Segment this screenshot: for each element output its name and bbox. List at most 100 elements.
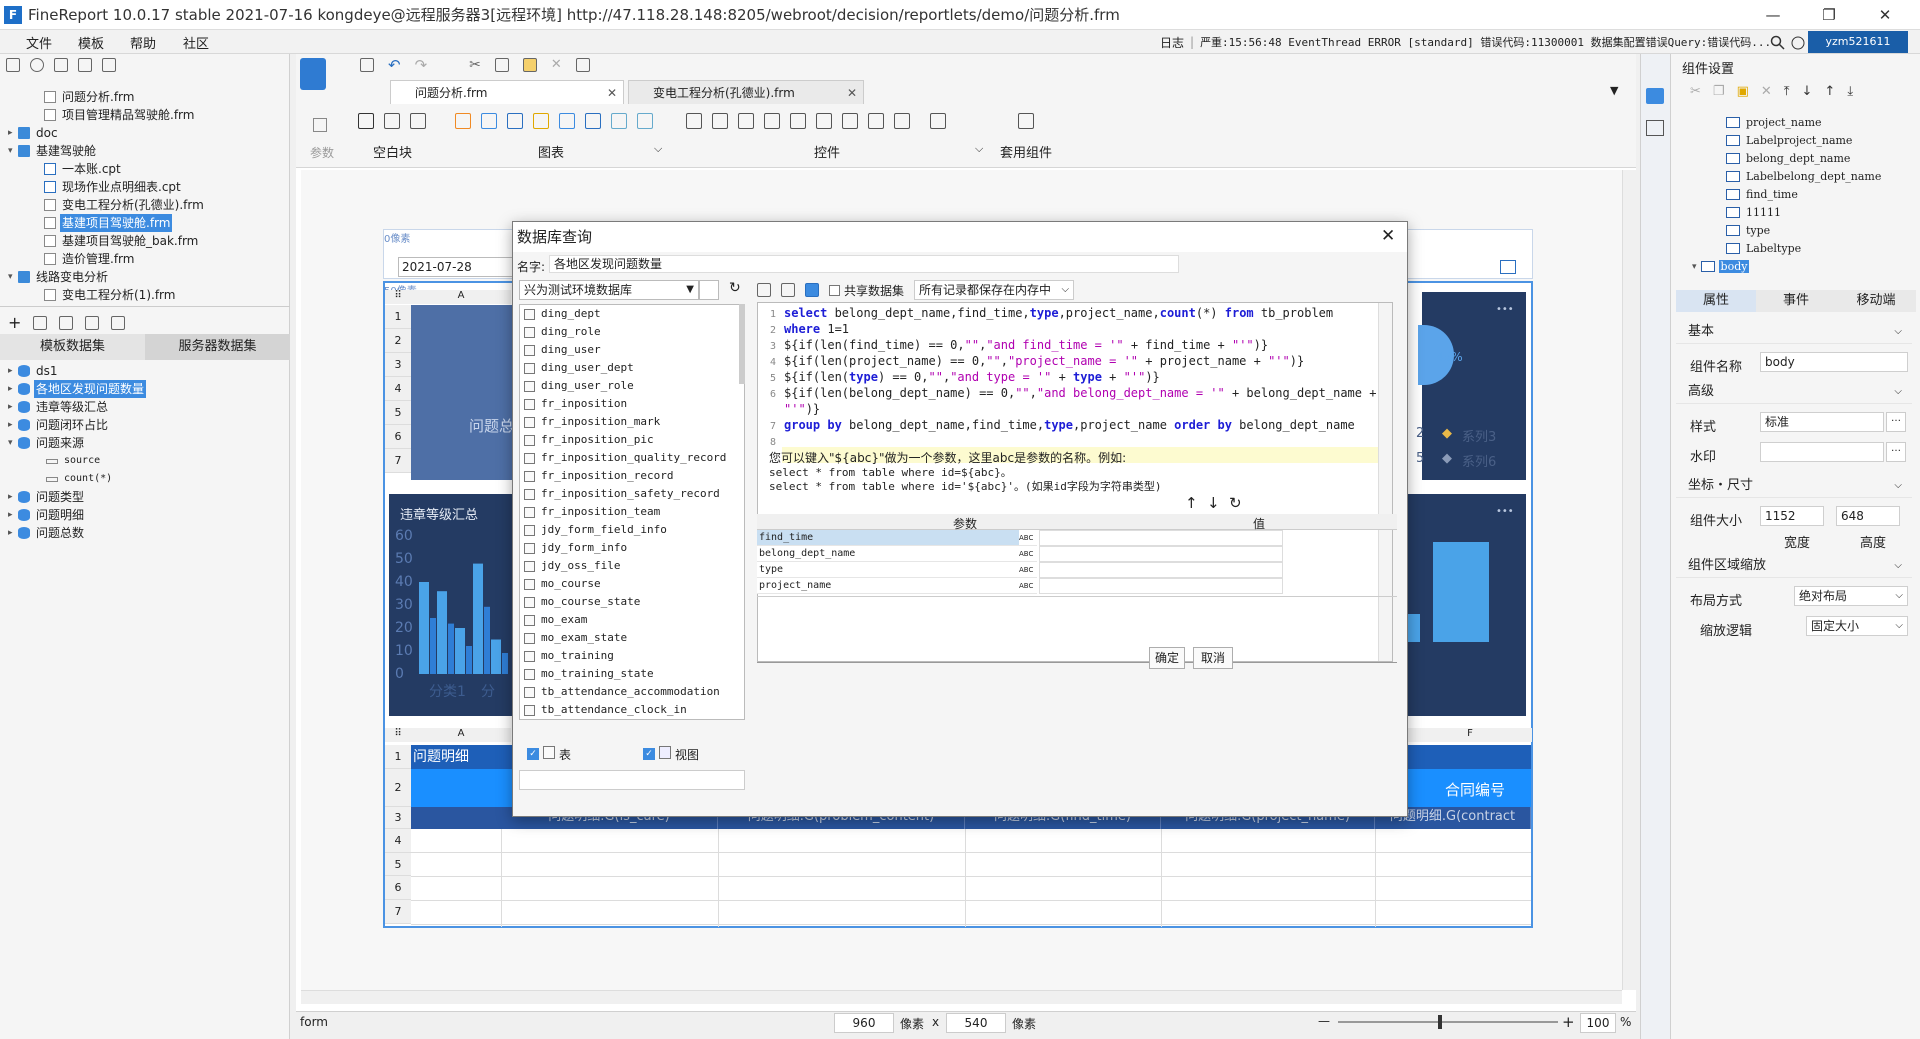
row-header[interactable]: 5: [385, 401, 411, 425]
close-tab-icon[interactable]: ✕: [607, 81, 617, 105]
ribbon-template-widget[interactable]: 套用组件: [1000, 142, 1052, 161]
new-folder-icon[interactable]: [6, 58, 20, 72]
paste-icon[interactable]: [522, 58, 537, 72]
dataset-item[interactable]: ▸ 问题总数: [8, 524, 86, 542]
copy-widget-icon[interactable]: [494, 58, 509, 72]
ribbon-widget-icon[interactable]: [738, 113, 754, 129]
width-input[interactable]: 1152: [1760, 506, 1824, 526]
ribbon-widget-icon[interactable]: [816, 113, 832, 129]
row-header[interactable]: 1: [385, 745, 411, 769]
sql-code-line[interactable]: 2 where 1=1: [758, 321, 849, 337]
param-name-cell[interactable]: find_time: [757, 530, 1019, 546]
canvas-width-input[interactable]: 960: [834, 1013, 894, 1033]
tree-item[interactable]: ▾ 基建驾驶舱: [8, 142, 98, 160]
row-header[interactable]: 1: [385, 305, 411, 329]
row-header[interactable]: 2: [385, 329, 411, 353]
ribbon-widget-icon[interactable]: [868, 113, 884, 129]
ribbon-widget-icon[interactable]: [358, 113, 374, 129]
dataset-item[interactable]: ▸ ds1: [8, 362, 60, 380]
ribbon-widget-icon[interactable]: [455, 113, 471, 129]
table-list-item[interactable]: fr_inposition_pic: [520, 431, 744, 449]
row-header[interactable]: 7: [385, 449, 411, 473]
sql-button-icon[interactable]: [805, 283, 819, 297]
template-icon[interactable]: [300, 58, 326, 90]
param-move-up-icon[interactable]: ↑: [1185, 494, 1198, 512]
component-tree-item[interactable]: project_name: [1726, 116, 1824, 129]
expand-arrow-icon[interactable]: ▸: [8, 362, 18, 380]
table-checkbox[interactable]: ✓: [527, 748, 539, 760]
param-type-icon[interactable]: ABC: [1019, 562, 1037, 578]
close-tab-icon[interactable]: ✕: [847, 81, 857, 105]
zoom-in-button[interactable]: +: [1562, 1013, 1575, 1031]
widget-manager-icon[interactable]: [575, 58, 590, 72]
cancel-button[interactable]: 取消: [1193, 647, 1233, 669]
expand-arrow-icon[interactable]: ▸: [8, 380, 18, 398]
vertical-scrollbar[interactable]: [1622, 170, 1636, 990]
tab-doc-problem-analysis[interactable]: 问题分析.frm ✕: [390, 80, 624, 104]
horizontal-scrollbar[interactable]: [301, 990, 1622, 1004]
dataset-item[interactable]: ▸ 违章等级汇总: [8, 398, 110, 416]
comp-name-input[interactable]: body: [1760, 352, 1908, 372]
ribbon-widget-icon[interactable]: [507, 113, 523, 129]
watermark-input[interactable]: [1760, 442, 1884, 462]
row-header[interactable]: 5: [385, 853, 411, 876]
expand-arrow-icon[interactable]: ▸: [8, 416, 18, 434]
sql-code-line[interactable]: 8: [758, 433, 784, 449]
row-header[interactable]: 4: [385, 829, 411, 853]
save-icon[interactable]: [360, 58, 374, 72]
move-down-icon[interactable]: ↓: [1802, 84, 1813, 99]
row-header[interactable]: 6: [385, 876, 411, 900]
dataset-item[interactable]: count(*): [44, 470, 114, 488]
tree-item[interactable]: 项目管理精品驾驶舱.frm: [44, 106, 196, 124]
expand-arrow-icon[interactable]: ▾: [8, 142, 18, 160]
dataset-item[interactable]: source: [44, 452, 102, 470]
chevron-down-icon[interactable]: ⌵: [975, 142, 983, 156]
ribbon-widget-icon[interactable]: [790, 113, 806, 129]
undo-icon[interactable]: ↶: [388, 58, 401, 73]
row-header[interactable]: 7: [385, 900, 411, 924]
ribbon-widget-icon[interactable]: [930, 113, 946, 129]
ribbon-widget-icon[interactable]: [637, 113, 653, 129]
table-list-item[interactable]: jdy_form_info: [520, 539, 744, 557]
expand-arrow-icon[interactable]: ▾: [1692, 262, 1697, 272]
table-list-item[interactable]: fr_inposition_record: [520, 467, 744, 485]
tree-item[interactable]: 基建项目驾驶舱_bak.frm: [44, 232, 200, 250]
dataset-item[interactable]: ▸ 问题类型: [8, 488, 86, 506]
col-header-a[interactable]: A: [411, 728, 511, 742]
tab-dropdown-icon[interactable]: ▼: [1610, 84, 1618, 97]
height-input[interactable]: 648: [1836, 506, 1900, 526]
layout-select[interactable]: 绝对布局 ⌵: [1794, 586, 1908, 606]
param-type-icon[interactable]: ABC: [1019, 546, 1037, 562]
style-more-button[interactable]: …: [1886, 412, 1906, 432]
notification-icon[interactable]: [1790, 35, 1806, 51]
component-tree-item[interactable]: ▾ body: [1692, 260, 1750, 273]
component-tree-item[interactable]: Labelbelong_dept_name: [1726, 170, 1883, 183]
component-tree-item[interactable]: type: [1726, 224, 1772, 237]
sql-code-line[interactable]: 1 select belong_dept_name,find_time,type,…: [758, 305, 1333, 321]
sql-code-line[interactable]: 7 group by belong_dept_name,find_time,typ…: [758, 417, 1355, 433]
param-value-input[interactable]: [1039, 578, 1283, 594]
violation-bar-chart[interactable]: 60 50 40 30 20 10 0 分类1 分: [389, 520, 515, 716]
watermark-more-button[interactable]: …: [1886, 442, 1906, 462]
table-list-item[interactable]: ding_user_role: [520, 377, 744, 395]
dataset-item[interactable]: ▸ 问题闭环占比: [8, 416, 110, 434]
component-tree-item[interactable]: Labelproject_name: [1726, 134, 1854, 147]
table-search-input[interactable]: [519, 770, 745, 790]
zoom-input[interactable]: 100: [1580, 1013, 1616, 1033]
component-tree-item[interactable]: find_time: [1726, 188, 1800, 201]
preview-icon[interactable]: [85, 316, 100, 330]
section-region-zoom[interactable]: 组件区域缩放 ⌵: [1676, 554, 1912, 578]
sql-code-line[interactable]: 3 ${if(len(find_time) == 0,"","and find_t…: [758, 337, 1268, 353]
share-checkbox[interactable]: [829, 284, 840, 296]
tree-item[interactable]: 变电工程分析(1).frm: [44, 286, 177, 304]
delete-icon[interactable]: ✕: [1761, 84, 1772, 99]
zoom-slider-handle[interactable]: [1438, 1015, 1442, 1029]
component-tree-item[interactable]: 11111: [1726, 206, 1783, 219]
param-type-icon[interactable]: ABC: [1019, 578, 1037, 594]
table-list-item[interactable]: mo_course_state: [520, 593, 744, 611]
tree-item[interactable]: 变电工程分析(孔德业).frm: [44, 196, 206, 214]
panel-menu-icon[interactable]: •••: [1496, 506, 1514, 517]
tab-doc-substation[interactable]: 变电工程分析(孔德业).frm ✕: [628, 80, 864, 104]
move-up-icon[interactable]: ↑: [1824, 84, 1835, 99]
menu-template[interactable]: 模板: [78, 33, 104, 52]
